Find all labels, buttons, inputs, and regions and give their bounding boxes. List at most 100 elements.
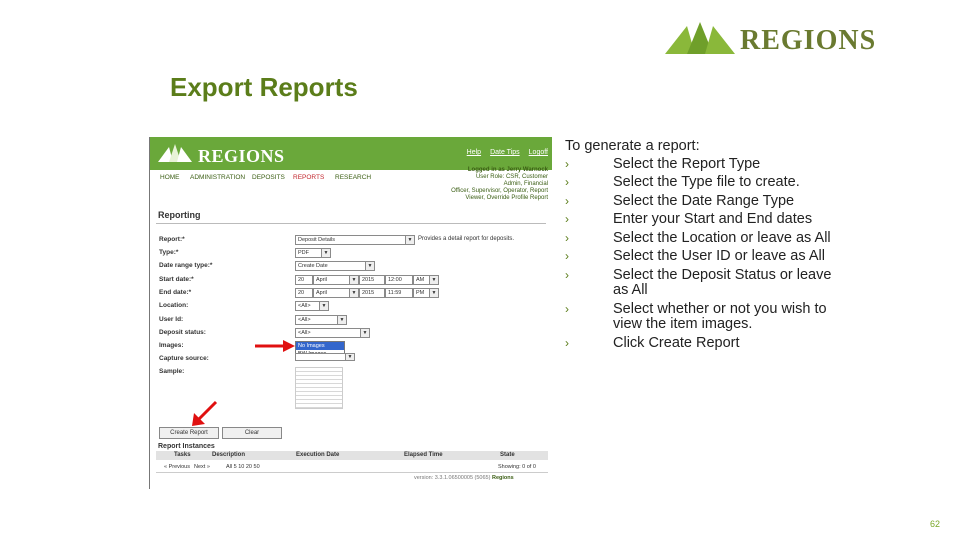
- chevron-right-icon: ›: [565, 212, 569, 226]
- chevron-down-icon: ▼: [345, 354, 354, 360]
- user-role-line: Viewer, Override Profile Report: [465, 195, 548, 201]
- red-arrow-down-left-icon: [192, 400, 218, 426]
- date-range-label: Date range type:*: [159, 262, 213, 269]
- step-text: Select the Location or leave as All: [613, 229, 831, 246]
- step-text: Select the Deposit Status or leave as Al…: [613, 266, 832, 298]
- user-id-select[interactable]: <All> ▼: [295, 315, 347, 325]
- nav-research[interactable]: RESEARCH: [335, 174, 371, 181]
- showing-count: Showing: 0 of 0: [498, 464, 536, 470]
- end-year-value: 2015: [362, 290, 375, 296]
- capture-source-select[interactable]: ▼: [295, 353, 355, 361]
- chevron-right-icon: ›: [565, 249, 569, 263]
- end-month-select[interactable]: April ▼: [313, 288, 359, 298]
- user-role-line: Officer, Supervisor, Operator, Report: [451, 188, 548, 194]
- type-label: Type:*: [159, 249, 179, 256]
- end-time-input[interactable]: 11:59: [385, 288, 413, 298]
- step-text: Select the User ID or leave as All: [613, 248, 825, 264]
- regions-leaf-icon: [158, 144, 192, 162]
- start-month-select[interactable]: April ▼: [313, 275, 359, 285]
- chevron-down-icon: ▼: [349, 276, 358, 284]
- instruction-step: › Select the Deposit Status or leave as A…: [565, 266, 835, 299]
- chevron-down-icon: ▼: [349, 289, 358, 297]
- images-option-no-images[interactable]: No Images: [296, 342, 344, 350]
- sample-preview: [295, 367, 343, 409]
- user-role-line: Admin, Financial: [503, 181, 548, 187]
- nav-deposits[interactable]: DEPOSITS: [252, 174, 285, 181]
- step-text: Select the Type file to create.: [613, 174, 800, 190]
- top-links: Help Date Tips Logoff: [467, 149, 548, 156]
- clear-button[interactable]: Clear: [222, 427, 282, 439]
- chevron-down-icon: ▼: [360, 329, 369, 337]
- page-title: Export Reports: [170, 72, 358, 102]
- chevron-right-icon: ›: [565, 267, 569, 282]
- instructions: To generate a report: › Select the Report…: [565, 138, 835, 354]
- previous-page-link[interactable]: « Previous: [164, 464, 190, 470]
- report-label: Report:*: [159, 236, 185, 243]
- instruction-step: › Select the User ID or leave as All: [565, 248, 835, 265]
- next-page-link[interactable]: Next »: [194, 464, 210, 470]
- date-range-select-value: Create Date: [298, 263, 328, 269]
- version-text: version: 3.3.1.06500005 (5065): [414, 475, 491, 481]
- logoff-link[interactable]: Logoff: [529, 149, 548, 156]
- page-size-options[interactable]: All 5 10 20 50: [226, 464, 260, 470]
- deposit-status-select[interactable]: <All> ▼: [295, 328, 370, 338]
- end-month-value: April: [316, 290, 328, 296]
- nav-reports[interactable]: REPORTS: [293, 174, 324, 181]
- step-text: Select the Date Range Type: [613, 192, 795, 209]
- type-select[interactable]: PDF ▼: [295, 248, 331, 258]
- start-year-value: 2015: [362, 277, 375, 283]
- instruction-step: › Select whether or not you wish to view …: [565, 301, 835, 333]
- create-report-button[interactable]: Create Report: [159, 427, 219, 439]
- end-day-value: 20: [298, 290, 305, 296]
- images-label: Images:: [159, 342, 184, 349]
- nav-administration[interactable]: ADMINISTRATION: [190, 174, 245, 181]
- column-header: State: [500, 452, 515, 458]
- start-day-value: 20: [298, 277, 305, 283]
- capture-source-label: Capture source:: [159, 355, 209, 362]
- step-text: Select the Report Type: [613, 155, 761, 172]
- report-select-value: Deposit Details: [298, 237, 335, 243]
- column-header: Tasks: [174, 452, 191, 458]
- column-header: Execution Date: [296, 452, 340, 458]
- instruction-step: › Select the Location or leave as All: [565, 229, 835, 247]
- logged-in-as: Logged in as Jerry Warnock: [467, 167, 548, 173]
- start-date-label: Start date:*: [159, 276, 194, 283]
- nav-home[interactable]: HOME: [160, 174, 180, 181]
- step-text: Click: [613, 334, 645, 351]
- section-title: Reporting: [158, 210, 201, 220]
- instruction-step: › Select the Report Type: [565, 155, 835, 173]
- start-time-input[interactable]: 12:00: [385, 275, 413, 285]
- chevron-right-icon: ›: [565, 193, 569, 208]
- report-instances-title: Report Instances: [158, 443, 215, 450]
- start-time-value: 12:00: [388, 277, 402, 283]
- start-year-input[interactable]: 2015: [359, 275, 385, 285]
- red-arrow-right-icon: [255, 340, 295, 352]
- start-ampm-select[interactable]: AM ▼: [413, 275, 439, 285]
- column-header: Description: [212, 452, 246, 458]
- end-ampm-value: PM: [416, 290, 425, 296]
- report-select[interactable]: Deposit Details ▼: [295, 235, 415, 245]
- version-brand: Regions: [491, 475, 514, 481]
- user-id-label: User Id:: [159, 316, 184, 323]
- end-ampm-select[interactable]: PM ▼: [413, 288, 439, 298]
- regions-leaf-icon: [665, 22, 735, 54]
- deposit-status-value: <All>: [298, 330, 311, 336]
- chevron-right-icon: ›: [565, 156, 569, 171]
- instruction-step: › Enter your Start and End dates: [565, 211, 835, 228]
- user-role-line: User Role: CSR, Customer: [475, 174, 548, 180]
- chevron-down-icon: ▼: [365, 262, 374, 270]
- chevron-right-icon: ›: [565, 175, 569, 189]
- end-year-input[interactable]: 2015: [359, 288, 385, 298]
- deposit-status-label: Deposit status:: [159, 329, 206, 336]
- date-tips-link[interactable]: Date Tips: [490, 149, 520, 156]
- end-time-value: 11:59: [388, 290, 402, 296]
- start-day-input[interactable]: 20: [295, 275, 313, 285]
- location-select[interactable]: <All> ▼: [295, 301, 329, 311]
- table-row: [156, 462, 548, 473]
- app-header: REGIONS Help Date Tips Logoff: [150, 137, 552, 170]
- location-label: Location:: [159, 302, 189, 309]
- date-range-select[interactable]: Create Date ▼: [295, 261, 375, 271]
- end-day-input[interactable]: 20: [295, 288, 313, 298]
- help-link[interactable]: Help: [467, 149, 481, 156]
- chevron-right-icon: ›: [565, 335, 569, 350]
